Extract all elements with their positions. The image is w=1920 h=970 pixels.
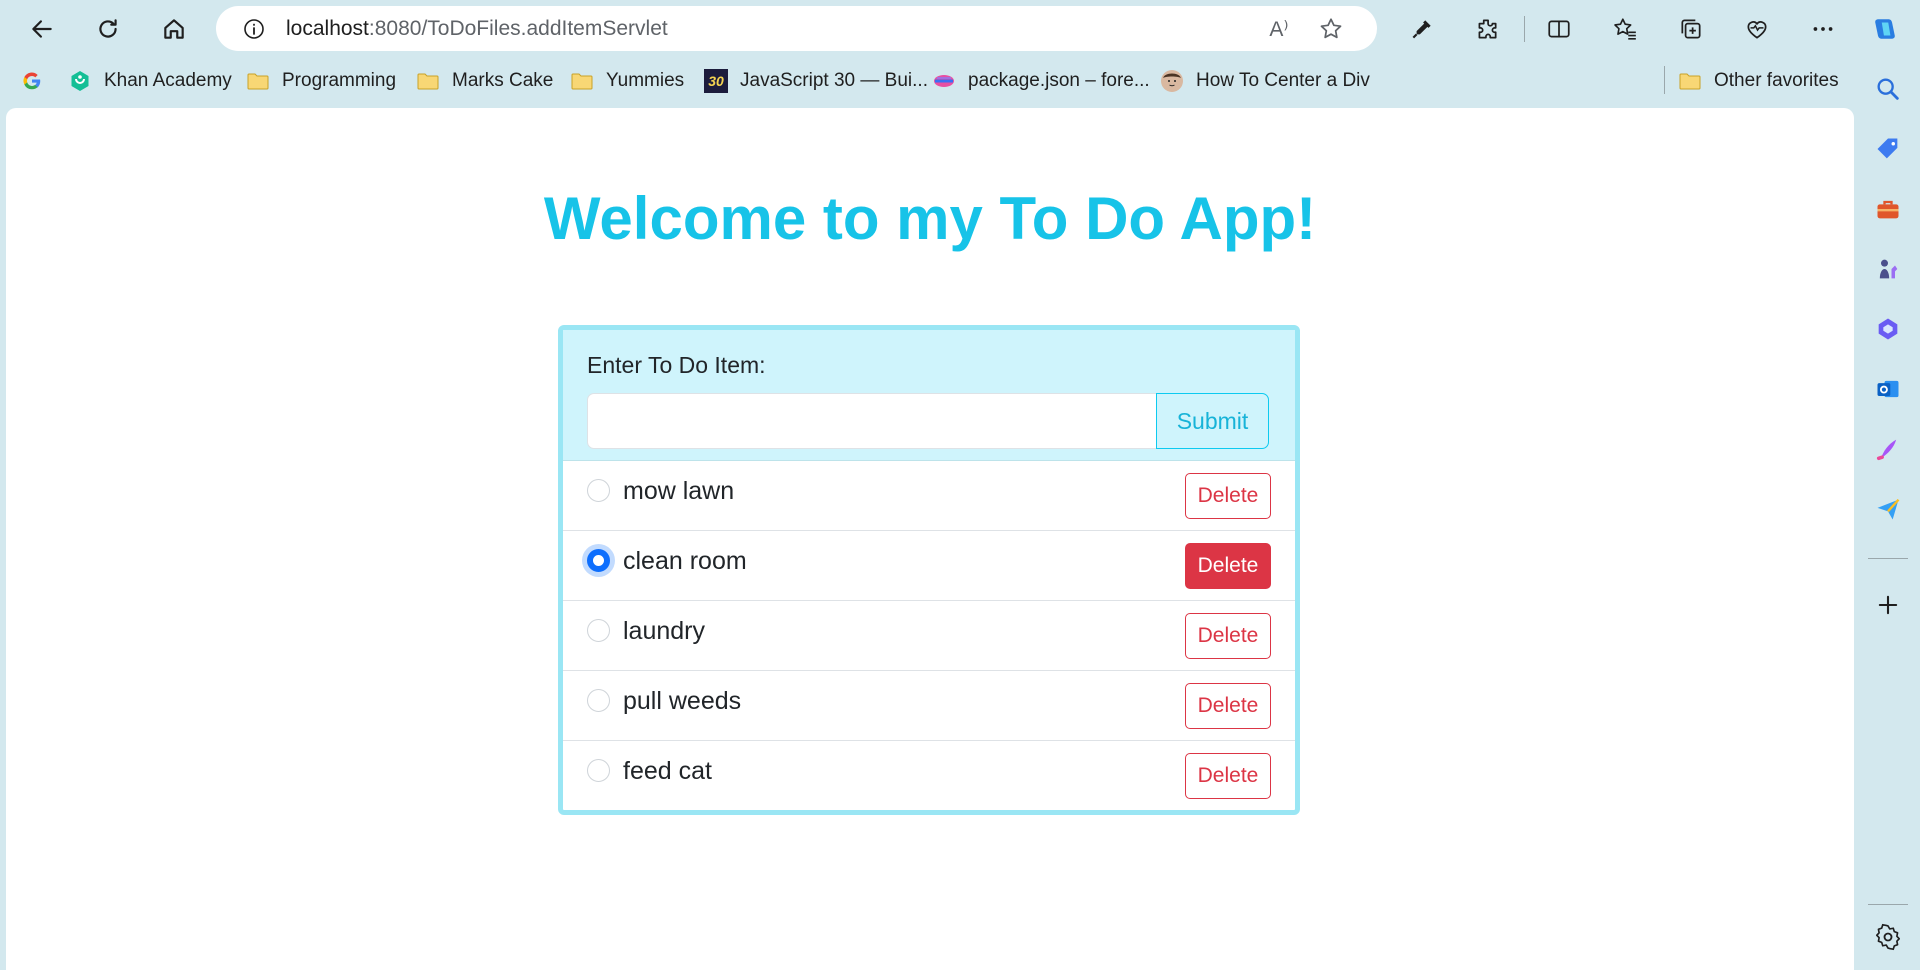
delete-button[interactable]: Delete	[1185, 543, 1271, 589]
search-icon[interactable]	[1871, 72, 1905, 106]
todo-list-item: pull weeds Delete	[563, 671, 1295, 741]
todo-item-text: clean room	[623, 547, 747, 575]
bookmark-how-to-center-div[interactable]: How To Center a Div	[1160, 66, 1370, 96]
folder-icon	[1678, 69, 1702, 93]
todo-list-item: laundry Delete	[563, 601, 1295, 671]
bookmark-folder-programming[interactable]: Programming	[246, 66, 396, 96]
todo-radio[interactable]	[587, 759, 610, 782]
bookmark-folder-yummies[interactable]: Yummies	[570, 66, 684, 96]
bookmark-label: Marks Cake	[452, 70, 554, 91]
delete-button[interactable]: Delete	[1185, 753, 1271, 799]
shopping-tag-icon[interactable]	[1871, 132, 1905, 166]
todo-item-input[interactable]	[587, 393, 1157, 449]
page-title: Welcome to my To Do App!	[543, 185, 1317, 252]
bookmark-label: JavaScript 30 — Bui...	[740, 70, 928, 91]
outlook-icon[interactable]	[1871, 372, 1905, 406]
google-icon	[20, 69, 44, 93]
todo-item-text: pull weeds	[623, 687, 742, 715]
back-arrow-icon	[32, 20, 52, 38]
todo-input-label: Enter To Do Item:	[587, 352, 766, 378]
home-icon	[164, 19, 184, 39]
favorite-star-icon[interactable]	[1316, 14, 1346, 44]
extensions-icon[interactable]	[1470, 12, 1504, 46]
copilot-icon[interactable]	[1868, 12, 1902, 46]
edge-sidebar	[1854, 58, 1920, 964]
add-item-form: Enter To Do Item: Submit	[563, 330, 1295, 461]
javascript30-icon: 30	[704, 69, 728, 93]
settings-gear-icon[interactable]	[1871, 920, 1905, 954]
todo-list-item: clean room Delete	[563, 531, 1295, 601]
browser-toolbar: localhost:8080/ToDoFiles.addItemServlet …	[0, 0, 1920, 58]
favorites-icon[interactable]	[1608, 12, 1642, 46]
todo-list: mow lawn Delete clean room Delete laundr…	[563, 461, 1295, 811]
todo-item-text: feed cat	[623, 757, 712, 785]
refresh-icon	[99, 19, 117, 38]
url-path: :8080/ToDoFiles.addItemServlet	[368, 16, 668, 40]
bookmark-javascript30[interactable]: 30 JavaScript 30 — Bui...	[704, 66, 928, 96]
site-info-icon[interactable]	[240, 15, 268, 43]
refresh-button[interactable]	[88, 10, 128, 48]
delete-button[interactable]: Delete	[1185, 613, 1271, 659]
browser-essentials-icon[interactable]	[1740, 12, 1774, 46]
bookmark-label: Other favorites	[1714, 70, 1839, 91]
delete-button[interactable]: Delete	[1185, 683, 1271, 729]
bookmark-label: package.json – fore...	[968, 70, 1150, 91]
back-button[interactable]	[22, 10, 62, 48]
todo-radio[interactable]	[587, 479, 610, 502]
khan-academy-icon	[68, 69, 92, 93]
bookmark-label: How To Center a Div	[1196, 70, 1370, 91]
todo-list-item: feed cat Delete	[563, 741, 1295, 811]
bookmarks-divider	[1664, 66, 1665, 94]
read-aloud-label: A⁾	[1269, 17, 1289, 41]
bookmark-label: Khan Academy	[104, 70, 232, 91]
todo-item-text: laundry	[623, 617, 705, 645]
avatar-icon	[1160, 69, 1184, 93]
bookmark-label: Programming	[282, 70, 397, 91]
todo-radio[interactable]	[587, 689, 610, 712]
submit-button[interactable]: Submit	[1156, 393, 1269, 449]
games-chess-icon[interactable]	[1871, 252, 1905, 286]
send-plane-icon[interactable]	[1871, 492, 1905, 526]
eyedropper-icon[interactable]	[1405, 12, 1439, 46]
url-text[interactable]: localhost:8080/ToDoFiles.addItemServlet	[286, 17, 668, 41]
microsoft-365-icon[interactable]	[1871, 312, 1905, 346]
folder-icon	[246, 69, 270, 93]
sidebar-divider	[1868, 558, 1908, 559]
bookmark-khan-academy[interactable]: Khan Academy	[68, 66, 232, 96]
bookmark-other-favorites[interactable]: Other favorites	[1678, 66, 1839, 96]
package-json-icon	[932, 69, 956, 93]
todo-radio[interactable]	[587, 619, 610, 642]
input-group: Submit	[587, 393, 1269, 449]
sidebar-divider	[1868, 904, 1908, 905]
split-screen-icon[interactable]	[1542, 12, 1576, 46]
todo-list-item: mow lawn Delete	[563, 461, 1295, 531]
folder-icon	[416, 69, 440, 93]
page-viewport: Welcome to my To Do App! Enter To Do Ite…	[6, 108, 1854, 970]
todo-item-text: mow lawn	[623, 477, 735, 505]
folder-icon	[570, 69, 594, 93]
address-bar[interactable]: localhost:8080/ToDoFiles.addItemServlet …	[216, 6, 1377, 51]
bookmark-google[interactable]	[20, 66, 56, 96]
toolbar-divider	[1524, 16, 1525, 42]
bookmark-folder-marks-cake[interactable]: Marks Cake	[416, 66, 553, 96]
read-aloud-icon[interactable]: A⁾	[1264, 14, 1294, 44]
url-host: localhost	[286, 16, 369, 40]
todo-card: Enter To Do Item: Submit mow lawn Delete…	[558, 325, 1300, 815]
bookmark-label: Yummies	[606, 70, 685, 91]
bookmark-package-json[interactable]: package.json – fore...	[932, 66, 1150, 96]
home-button[interactable]	[154, 10, 194, 48]
collections-icon[interactable]	[1674, 12, 1708, 46]
delete-button[interactable]: Delete	[1185, 473, 1271, 519]
bookmarks-bar: Khan Academy Programming Marks Cake Yumm…	[0, 62, 1920, 100]
add-icon[interactable]	[1871, 588, 1905, 622]
more-options-icon[interactable]	[1806, 12, 1840, 46]
tools-briefcase-icon[interactable]	[1871, 192, 1905, 226]
designer-icon[interactable]	[1871, 432, 1905, 466]
todo-radio[interactable]	[587, 549, 610, 572]
